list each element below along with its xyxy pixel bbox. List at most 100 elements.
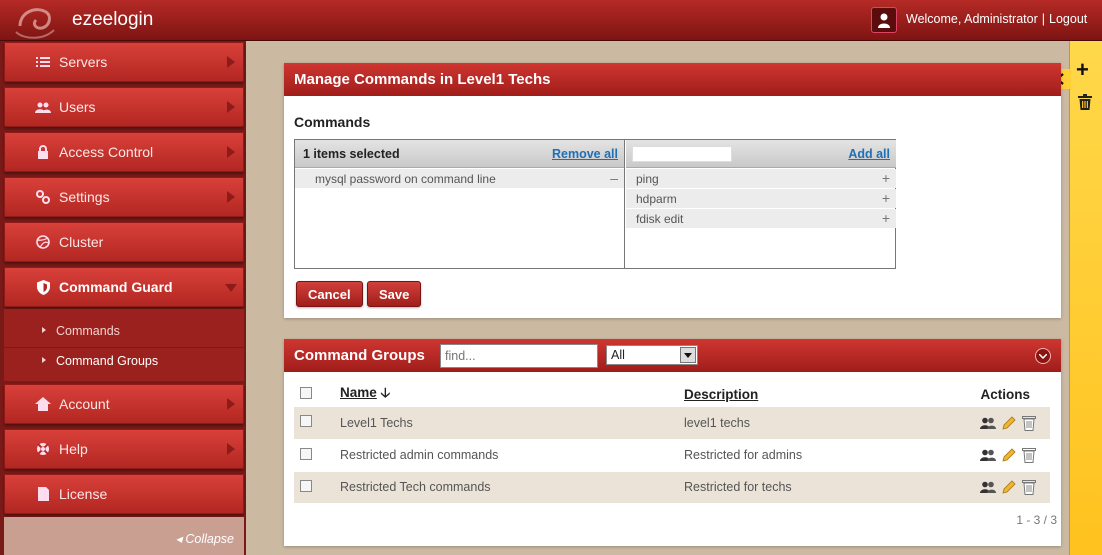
add-all-link[interactable]: Add all (848, 147, 890, 161)
cancel-button[interactable]: Cancel (296, 281, 363, 307)
select-all-checkbox[interactable] (300, 386, 312, 399)
dual-listbox: 1 items selected Remove all mysql passwo… (294, 139, 896, 269)
sidebar-item-users[interactable]: Users (4, 87, 244, 127)
sidebar-item-label: Cluster (59, 234, 104, 250)
document-icon (35, 487, 51, 501)
chevron-right-icon (227, 56, 235, 68)
chevron-right-icon (227, 443, 235, 455)
sidebar-item-label: Users (59, 99, 96, 115)
sidebar-subitem-label: Command Groups (56, 353, 159, 368)
row-checkbox[interactable] (300, 415, 312, 428)
trash-icon[interactable] (1022, 415, 1036, 431)
gears-icon (35, 190, 51, 204)
chevron-down-icon (225, 284, 237, 292)
sidebar-item-license[interactable]: License (4, 474, 244, 514)
available-item[interactable]: fdisk edit + (626, 209, 896, 228)
sidebar-item-settings[interactable]: Settings (4, 177, 244, 217)
sidebar-item-label: Help (59, 441, 88, 457)
chevron-right-icon (227, 101, 235, 113)
column-header-actions: Actions (980, 386, 1030, 402)
sidebar-subnav: Commands Command Groups (4, 309, 244, 381)
remove-all-link[interactable]: Remove all (552, 147, 618, 161)
users-icon (35, 101, 51, 113)
users-icon[interactable] (980, 481, 996, 493)
table-header-row: Name 🡣 Description Actions (294, 381, 1050, 407)
sidebar-subitem-commands[interactable]: Commands (4, 318, 244, 344)
right-toolbar (1069, 41, 1102, 555)
column-header-description[interactable]: Description (684, 387, 758, 402)
pencil-icon[interactable] (1002, 480, 1016, 494)
command-groups-panel: Command Groups All Name 🡣 Description Ac… (284, 339, 1061, 546)
lifebuoy-icon (35, 442, 51, 456)
chevron-right-icon (227, 191, 235, 203)
logo-icon (15, 8, 55, 39)
list-icon (35, 56, 51, 68)
add-item-icon[interactable]: + (882, 190, 890, 206)
chevron-right-icon (227, 146, 235, 158)
dropdown-arrow-icon[interactable] (680, 347, 696, 363)
available-filter-input[interactable] (632, 145, 732, 162)
app-name[interactable]: ezeelogin (72, 9, 153, 31)
row-description: Restricted for techs (684, 471, 934, 504)
add-item-icon[interactable]: + (882, 210, 890, 226)
available-item-label: hdparm (636, 191, 677, 206)
command-groups-table: Name 🡣 Description Actions Level1 Techs … (294, 381, 1050, 504)
selected-count: 1 items selected (303, 146, 400, 161)
welcome-label: Welcome, Administrator (906, 12, 1038, 26)
user-avatar-icon[interactable] (871, 7, 897, 33)
sidebar-item-cluster[interactable]: Cluster (4, 222, 244, 262)
lock-icon (35, 145, 51, 159)
table-row: Restricted Tech commands Restricted for … (294, 471, 1050, 504)
bullet-icon (42, 357, 46, 363)
selected-item[interactable]: mysql password on command line – (295, 169, 624, 188)
row-checkbox[interactable] (300, 447, 312, 460)
sidebar-item-command-guard[interactable]: Command Guard (4, 267, 244, 307)
shield-icon (35, 279, 51, 295)
users-icon[interactable] (980, 417, 996, 429)
pencil-icon[interactable] (1002, 448, 1016, 462)
trash-icon[interactable] (1022, 479, 1036, 495)
commands-section-label: Commands (294, 114, 371, 130)
trash-icon[interactable] (1078, 94, 1092, 113)
sidebar-item-access-control[interactable]: Access Control (4, 132, 244, 172)
row-checkbox[interactable] (300, 479, 312, 492)
save-button[interactable]: Save (367, 281, 422, 307)
sidebar-item-help[interactable]: Help (4, 429, 244, 469)
logout-link[interactable]: Logout (1049, 12, 1087, 26)
welcome-text: Welcome, Administrator | Logout (906, 12, 1087, 26)
available-item[interactable]: ping + (626, 169, 896, 188)
add-item-icon[interactable]: + (882, 170, 890, 186)
chevron-right-icon (227, 398, 235, 410)
trash-icon[interactable] (1022, 447, 1036, 463)
bullet-icon (42, 327, 46, 333)
sidebar-subitem-command-groups[interactable]: Command Groups (4, 347, 244, 373)
dribbble-icon (35, 235, 51, 249)
sidebar-item-label: Access Control (59, 144, 154, 160)
top-bar: ezeelogin Welcome, Administrator | Logout (0, 0, 1102, 41)
collapse-label[interactable]: ◂ Collapse (176, 531, 234, 546)
sort-desc-icon[interactable]: 🡣 (381, 385, 391, 400)
available-item-label: fdisk edit (636, 211, 684, 226)
column-header-name[interactable]: Name (340, 385, 377, 400)
sidebar-item-label: License (59, 486, 108, 502)
selected-list-header: 1 items selected Remove all (295, 140, 624, 168)
home-icon (35, 397, 51, 411)
collapse-panel-icon[interactable] (1035, 348, 1051, 364)
table-row: Level1 Techs level1 techs (294, 407, 1050, 440)
row-description: Restricted for admins (684, 439, 934, 472)
available-list: Add all ping + hdparm + fdisk edit + (626, 140, 896, 268)
filter-select[interactable]: All (606, 345, 698, 365)
sidebar-item-servers[interactable]: Servers (4, 42, 244, 82)
available-item[interactable]: hdparm + (626, 189, 896, 208)
row-name: Level1 Techs (340, 407, 684, 440)
remove-item-icon[interactable]: – (610, 170, 618, 186)
table-row: Restricted admin commands Restricted for… (294, 439, 1050, 472)
pagination-info: 1 - 3 / 3 (1016, 513, 1057, 527)
users-icon[interactable] (980, 449, 996, 461)
add-plus-icon[interactable]: + (1076, 57, 1089, 83)
sidebar-item-account[interactable]: Account (4, 384, 244, 424)
pencil-icon[interactable] (1002, 416, 1016, 430)
row-name: Restricted Tech commands (340, 471, 684, 504)
find-input[interactable] (440, 344, 598, 368)
sidebar-collapse[interactable]: ◂ Collapse (4, 517, 244, 555)
